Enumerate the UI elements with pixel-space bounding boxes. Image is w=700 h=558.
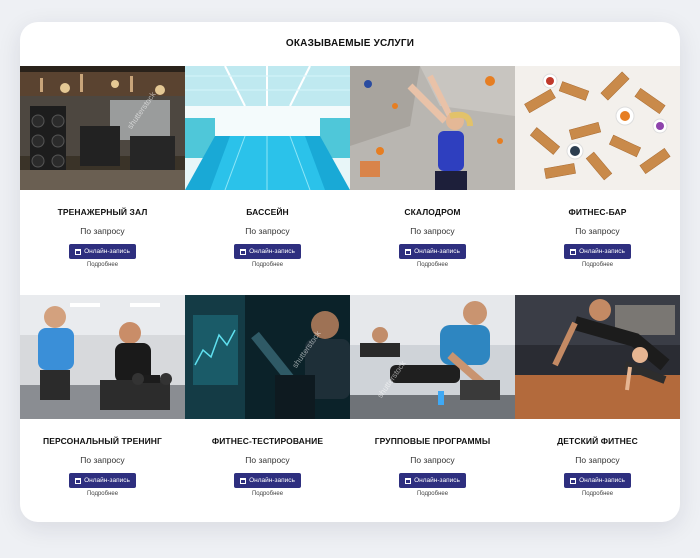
online-booking-button[interactable]: Онлайн-запись bbox=[399, 473, 466, 488]
calendar-icon bbox=[570, 248, 577, 255]
service-name: ФИТНЕС-ТЕСТИРОВАНИЕ bbox=[211, 436, 324, 446]
calendar-icon bbox=[75, 477, 82, 484]
calendar-icon bbox=[240, 477, 247, 484]
online-booking-label: Онлайн-запись bbox=[249, 248, 295, 255]
service-photo-climbing bbox=[350, 66, 515, 190]
service-name: ГРУППОВЫЕ ПРОГРАММЫ bbox=[374, 436, 491, 446]
more-link[interactable]: Подробнее bbox=[87, 262, 118, 268]
service-card-group-programs: shutterstock ГРУППОВЫЕ ПРОГРАММЫ По запр… bbox=[350, 295, 515, 497]
online-booking-button[interactable]: Онлайн-запись bbox=[564, 473, 631, 488]
service-price: По запросу bbox=[410, 226, 455, 236]
service-card-fitness-testing: shutterstock ФИТНЕС-ТЕСТИРОВАНИЕ По запр… bbox=[185, 295, 350, 497]
service-photo-kids-fitness bbox=[515, 295, 680, 419]
online-booking-label: Онлайн-запись bbox=[414, 248, 460, 255]
service-photo-personal-training bbox=[20, 295, 185, 419]
service-price: По запросу bbox=[80, 226, 125, 236]
more-link[interactable]: Подробнее bbox=[582, 491, 613, 497]
services-grid: shutterstock ТРЕНАЖЕРНЫЙ ЗАЛ По запросу … bbox=[20, 66, 680, 497]
service-card-kids-fitness: ДЕТСКИЙ ФИТНЕС По запросу Онлайн-запись … bbox=[515, 295, 680, 497]
service-photo-fitness-bar bbox=[515, 66, 680, 190]
online-booking-button[interactable]: Онлайн-запись bbox=[399, 244, 466, 259]
service-photo-gym: shutterstock bbox=[20, 66, 185, 190]
service-price: По запросу bbox=[245, 455, 290, 465]
more-link[interactable]: Подробнее bbox=[252, 262, 283, 268]
online-booking-label: Онлайн-запись bbox=[414, 477, 460, 484]
online-booking-button[interactable]: Онлайн-запись bbox=[69, 244, 136, 259]
service-name: ДЕТСКИЙ ФИТНЕС bbox=[557, 436, 638, 446]
more-link[interactable]: Подробнее bbox=[252, 491, 283, 497]
service-price: По запросу bbox=[575, 226, 620, 236]
calendar-icon bbox=[405, 477, 412, 484]
online-booking-label: Онлайн-запись bbox=[579, 477, 625, 484]
calendar-icon bbox=[240, 248, 247, 255]
online-booking-label: Онлайн-запись bbox=[579, 248, 625, 255]
more-link[interactable]: Подробнее bbox=[417, 491, 448, 497]
calendar-icon bbox=[570, 477, 577, 484]
more-link[interactable]: Подробнее bbox=[417, 262, 448, 268]
service-name: ПЕРСОНАЛЬНЫЙ ТРЕНИНГ bbox=[43, 436, 162, 446]
services-card: ОКАЗЫВАЕМЫЕ УСЛУГИ shutterstock ТРЕНАЖЕР… bbox=[20, 22, 680, 522]
service-price: По запросу bbox=[575, 455, 620, 465]
service-photo-group-programs: shutterstock bbox=[350, 295, 515, 419]
service-price: По запросу bbox=[245, 226, 290, 236]
service-price: По запросу bbox=[80, 455, 125, 465]
more-link[interactable]: Подробнее bbox=[582, 262, 613, 268]
service-photo-fitness-testing: shutterstock bbox=[185, 295, 350, 419]
service-card-personal-training: ПЕРСОНАЛЬНЫЙ ТРЕНИНГ По запросу Онлайн-з… bbox=[20, 295, 185, 497]
service-name: СКАЛОДРОМ bbox=[404, 207, 461, 217]
online-booking-label: Онлайн-запись bbox=[84, 248, 130, 255]
online-booking-label: Онлайн-запись bbox=[84, 477, 130, 484]
service-price: По запросу bbox=[410, 455, 455, 465]
calendar-icon bbox=[405, 248, 412, 255]
online-booking-button[interactable]: Онлайн-запись bbox=[234, 244, 301, 259]
more-link[interactable]: Подробнее bbox=[87, 491, 118, 497]
online-booking-label: Онлайн-запись bbox=[249, 477, 295, 484]
service-name: БАССЕЙН bbox=[246, 207, 289, 217]
section-title: ОКАЗЫВАЕМЫЕ УСЛУГИ bbox=[285, 38, 415, 49]
online-booking-button[interactable]: Онлайн-запись bbox=[69, 473, 136, 488]
services-row-2: ПЕРСОНАЛЬНЫЙ ТРЕНИНГ По запросу Онлайн-з… bbox=[20, 295, 680, 497]
service-name: ТРЕНАЖЕРНЫЙ ЗАЛ bbox=[57, 207, 148, 217]
service-name: ФИТНЕС-БАР bbox=[568, 207, 627, 217]
calendar-icon bbox=[75, 248, 82, 255]
online-booking-button[interactable]: Онлайн-запись bbox=[234, 473, 301, 488]
online-booking-button[interactable]: Онлайн-запись bbox=[564, 244, 631, 259]
service-photo-pool bbox=[185, 66, 350, 190]
